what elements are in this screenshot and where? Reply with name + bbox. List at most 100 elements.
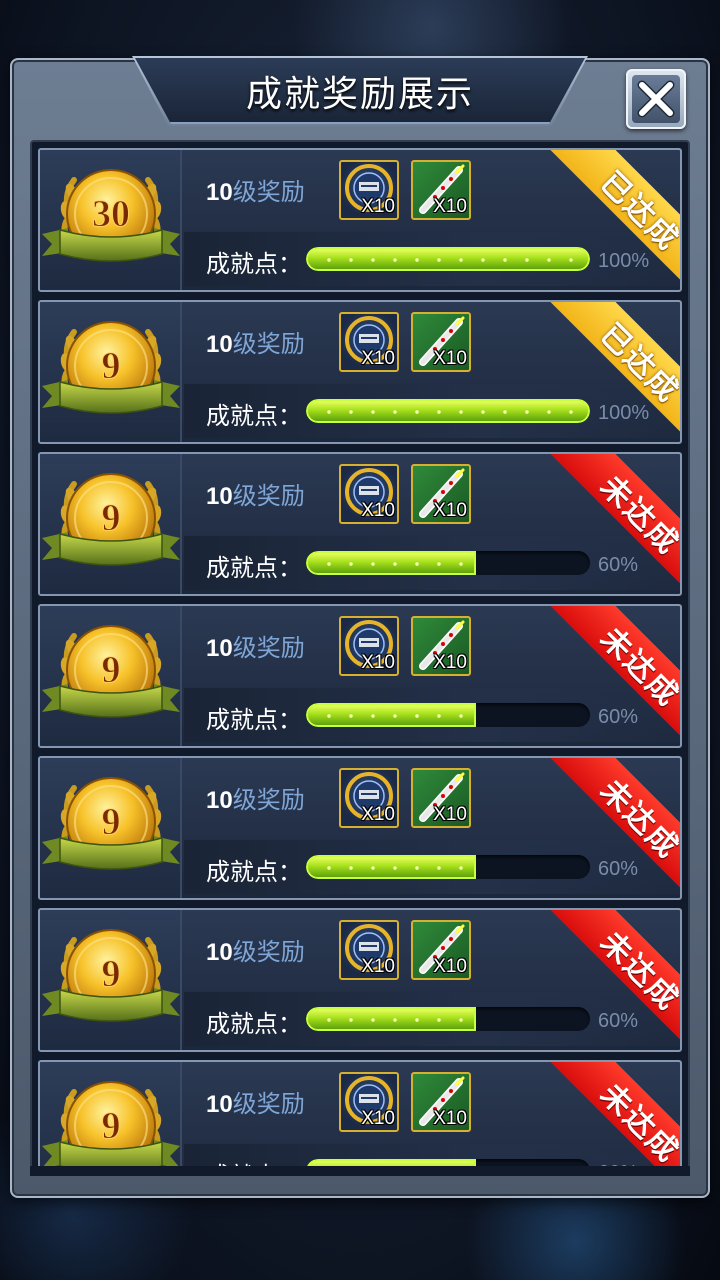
reward-level-text: 级奖励 <box>232 331 305 358</box>
achievement-row-3: 9 10级奖励 X10 X10 成就点： 60% 未达成 <box>38 452 682 596</box>
reward-item-qty: X10 <box>433 196 467 217</box>
reward-item-float[interactable]: X10 <box>411 768 471 828</box>
reward-level-label: 10级奖励 <box>206 628 305 663</box>
achievement-row-4: 9 10级奖励 X10 X10 成就点： 60% 未达成 <box>38 604 682 748</box>
progress-bar <box>306 247 590 271</box>
reward-item-coin[interactable]: X10 <box>339 768 399 828</box>
achievement-row-6: 9 10级奖励 X10 X10 成就点： 60% 未达成 <box>38 908 682 1052</box>
gold-medal-icon: 9 <box>42 777 180 870</box>
medal-number: 9 <box>102 1105 121 1147</box>
reward-item-coin[interactable]: X10 <box>339 312 399 372</box>
status-ribbon-text: 已达成 <box>550 150 680 280</box>
reward-item-coin[interactable]: X10 <box>339 160 399 220</box>
reward-item-qty: X10 <box>361 500 395 521</box>
reward-item-float[interactable]: X10 <box>411 1072 471 1132</box>
medal-box: 30 <box>40 150 182 290</box>
reward-level-text: 级奖励 <box>232 483 305 510</box>
reward-item-coin[interactable]: X10 <box>339 920 399 980</box>
achievement-points-label: 成就点： <box>206 1011 302 1038</box>
reward-item-qty: X10 <box>361 1108 395 1129</box>
reward-level-label: 10级奖励 <box>206 476 305 511</box>
status-ribbon-text: 已达成 <box>550 302 680 432</box>
achievement-row-1: 30 10级奖励 X10 X10 成就点： 100% 已达成 <box>38 148 682 292</box>
reward-level-number: 10 <box>206 331 233 358</box>
reward-item-coin[interactable]: X10 <box>339 616 399 676</box>
gold-medal-icon: 9 <box>42 1081 180 1174</box>
reward-item-qty: X10 <box>361 652 395 673</box>
achievement-points-label: 成就点： <box>206 403 302 430</box>
reward-level-text: 级奖励 <box>232 635 305 662</box>
reward-level-text: 级奖励 <box>232 1091 305 1118</box>
reward-item-float[interactable]: X10 <box>411 920 471 980</box>
gold-medal-icon: 9 <box>42 321 180 414</box>
gold-medal-icon: 9 <box>42 473 180 566</box>
status-ribbon-text: 未达成 <box>550 758 680 888</box>
reward-item-qty: X10 <box>433 500 467 521</box>
reward-level-number: 10 <box>206 939 233 966</box>
medal-box: 9 <box>40 454 182 594</box>
status-ribbon: 已达成 <box>550 302 680 432</box>
reward-item-coin[interactable]: X10 <box>339 464 399 524</box>
reward-level-label: 10级奖励 <box>206 1084 305 1119</box>
reward-level-number: 10 <box>206 1091 233 1118</box>
status-ribbon-text: 未达成 <box>550 1062 680 1174</box>
status-ribbon-text: 未达成 <box>550 606 680 736</box>
progress-bar-fill <box>306 1007 476 1031</box>
reward-item-coin[interactable]: X10 <box>339 1072 399 1132</box>
reward-level-number: 10 <box>206 635 233 662</box>
progress-bar-fill <box>306 703 476 727</box>
medal-number: 9 <box>102 953 121 995</box>
dialog-title: 成就奖励展示 <box>245 74 474 115</box>
medal-box: 9 <box>40 302 182 442</box>
reward-item-float[interactable]: X10 <box>411 464 471 524</box>
reward-item-qty: X10 <box>361 196 395 217</box>
reward-level-text: 级奖励 <box>232 179 305 206</box>
status-ribbon: 未达成 <box>550 758 680 888</box>
medal-number: 9 <box>102 345 121 387</box>
achievement-points-label: 成就点： <box>206 251 302 278</box>
achievement-row-7: 9 10级奖励 X10 X10 成就点： <box>38 1060 682 1174</box>
reward-item-float[interactable]: X10 <box>411 312 471 372</box>
status-ribbon: 未达成 <box>550 1062 680 1174</box>
status-ribbon: 未达成 <box>550 910 680 1040</box>
close-button[interactable] <box>626 69 686 129</box>
reward-level-number: 10 <box>206 483 233 510</box>
reward-level-text: 级奖励 <box>232 787 305 814</box>
progress-bar-fill <box>306 855 476 879</box>
status-ribbon-text: 未达成 <box>550 454 680 584</box>
reward-level-number: 10 <box>206 787 233 814</box>
progress-bar <box>306 399 590 423</box>
progress-bar-fill <box>306 399 590 423</box>
gold-medal-icon: 9 <box>42 929 180 1022</box>
achievement-points-label: 成就点： <box>206 859 302 886</box>
close-button-face[interactable] <box>632 75 680 123</box>
medal-box: 9 <box>40 1062 182 1174</box>
status-ribbon-text: 未达成 <box>550 910 680 1040</box>
achievement-list[interactable]: 30 10级奖励 X10 X10 成就点： 100% 已达成 9 10级奖励 X… <box>30 140 690 1176</box>
close-x-icon <box>637 80 675 118</box>
reward-level-label: 10级奖励 <box>206 780 305 815</box>
reward-item-qty: X10 <box>433 652 467 673</box>
achievement-points-label: 成就点： <box>206 707 302 734</box>
reward-level-label: 10级奖励 <box>206 172 305 207</box>
reward-item-float[interactable]: X10 <box>411 160 471 220</box>
progress-bar <box>306 1007 590 1031</box>
progress-bar <box>306 703 590 727</box>
reward-level-label: 10级奖励 <box>206 932 305 967</box>
reward-level-text: 级奖励 <box>232 939 305 966</box>
medal-box: 9 <box>40 758 182 898</box>
gold-medal-icon: 30 <box>42 169 180 262</box>
medal-number: 9 <box>102 649 121 691</box>
reward-item-float[interactable]: X10 <box>411 616 471 676</box>
status-ribbon: 已达成 <box>550 150 680 280</box>
reward-level-label: 10级奖励 <box>206 324 305 359</box>
medal-box: 9 <box>40 910 182 1050</box>
reward-item-qty: X10 <box>433 956 467 977</box>
list-bottom-edge <box>30 1166 690 1176</box>
medal-number: 9 <box>102 801 121 843</box>
reward-level-number: 10 <box>206 179 233 206</box>
status-ribbon: 未达成 <box>550 606 680 736</box>
reward-item-qty: X10 <box>433 804 467 825</box>
reward-item-qty: X10 <box>361 804 395 825</box>
achievement-row-5: 9 10级奖励 X10 X10 成就点： 60% 未达成 <box>38 756 682 900</box>
